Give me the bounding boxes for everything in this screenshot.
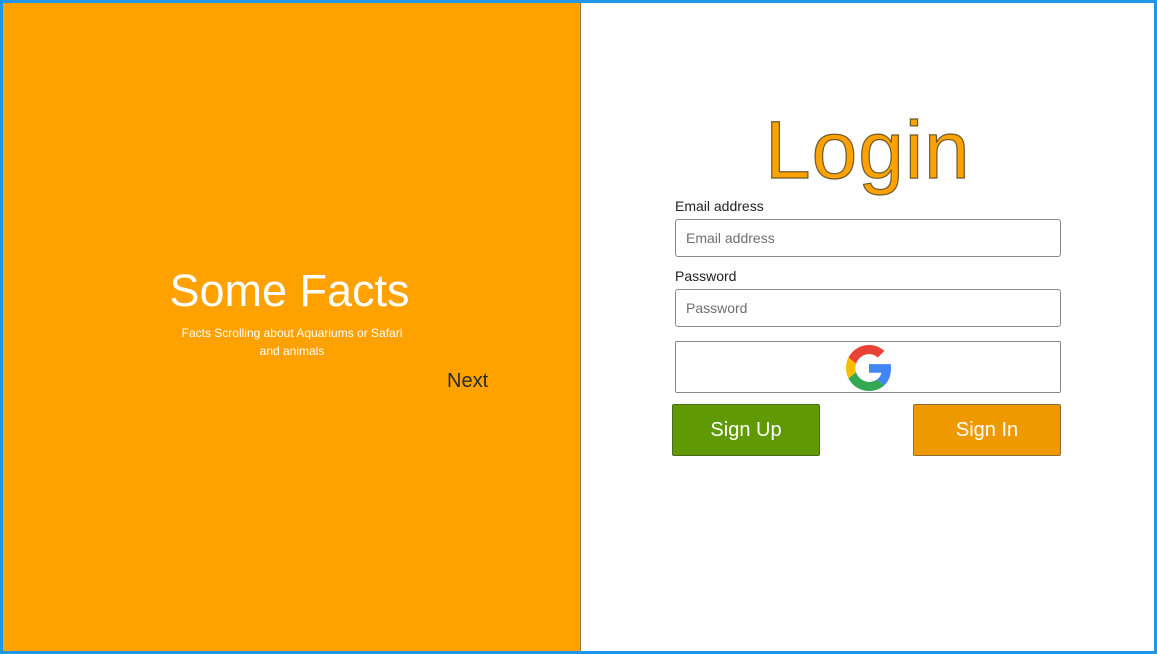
- password-label: Password: [675, 268, 737, 284]
- facts-panel: Some Facts Facts Scrolling about Aquariu…: [3, 3, 581, 651]
- login-title: Login: [764, 104, 971, 196]
- google-sign-in-button[interactable]: [675, 341, 1061, 393]
- facts-subtitle: Facts Scrolling about Aquariums or Safar…: [181, 326, 403, 358]
- next-button[interactable]: Next: [447, 369, 488, 393]
- google-g-icon: [846, 345, 892, 391]
- facts-title: Some Facts: [169, 265, 410, 316]
- email-label: Email address: [675, 198, 764, 214]
- sign-in-button[interactable]: Sign In: [913, 404, 1061, 456]
- email-field[interactable]: [675, 219, 1061, 257]
- password-field[interactable]: [675, 289, 1061, 327]
- sign-up-button[interactable]: Sign Up: [672, 404, 820, 456]
- app-window: Some Facts Facts Scrolling about Aquariu…: [0, 0, 1157, 654]
